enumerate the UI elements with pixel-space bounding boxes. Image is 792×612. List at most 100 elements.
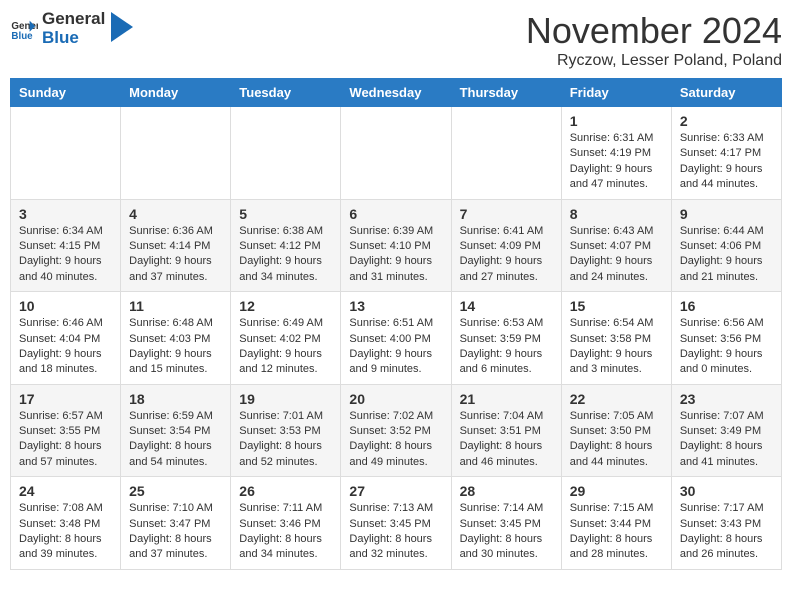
day-info: Sunrise: 7:05 AMSunset: 3:50 PMDaylight:…: [570, 409, 663, 471]
day-info: Sunrise: 6:44 AMSunset: 4:06 PMDaylight:…: [680, 224, 773, 286]
calendar-cell: 21Sunrise: 7:04 AMSunset: 3:51 PMDayligh…: [451, 384, 561, 477]
day-info: Sunrise: 6:43 AMSunset: 4:07 PMDaylight:…: [570, 224, 663, 286]
day-info: Sunrise: 6:57 AMSunset: 3:55 PMDaylight:…: [19, 409, 112, 471]
calendar-body: 1 Sunrise: 6:31 AMSunset: 4:19 PMDaylight…: [11, 107, 782, 570]
calendar-cell: 22 Sunrise: 7:05 AMSunset: 3:50 PMDayligh…: [561, 384, 671, 477]
calendar-cell: 10 Sunrise: 6:46 AMSunset: 4:04 PMDayligh…: [11, 292, 121, 385]
day-number: 12: [239, 298, 332, 314]
title-area: November 2024 Ryczow, Lesser Poland, Pol…: [526, 10, 782, 70]
day-info: Sunrise: 7:08 AMSunset: 3:48 PMDaylight:…: [19, 501, 112, 563]
header-day-monday: Monday: [121, 79, 231, 107]
day-number: 8: [570, 206, 663, 222]
day-number: 15: [570, 298, 663, 314]
week-row-4: 24 Sunrise: 7:08 AMSunset: 3:48 PMDayligh…: [11, 477, 782, 570]
calendar-cell: 2 Sunrise: 6:33 AMSunset: 4:17 PMDaylight…: [671, 107, 781, 200]
calendar-header: SundayMondayTuesdayWednesdayThursdayFrid…: [11, 79, 782, 107]
day-number: 3: [19, 206, 112, 222]
day-number: 25: [129, 483, 222, 499]
day-number: 16: [680, 298, 773, 314]
day-info: Sunrise: 6:59 AMSunset: 3:54 PMDaylight:…: [129, 409, 222, 471]
calendar-cell: 24 Sunrise: 7:08 AMSunset: 3:48 PMDayligh…: [11, 477, 121, 570]
week-row-0: 1 Sunrise: 6:31 AMSunset: 4:19 PMDaylight…: [11, 107, 782, 200]
day-number: 10: [19, 298, 112, 314]
day-number: 1: [570, 113, 663, 129]
day-number: 6: [349, 206, 442, 222]
logo-general-text: General: [42, 10, 105, 29]
calendar-cell: 27 Sunrise: 7:13 AMSunset: 3:45 PMDayligh…: [341, 477, 451, 570]
calendar-cell: 29 Sunrise: 7:15 AMSunset: 3:44 PMDayligh…: [561, 477, 671, 570]
day-info: Sunrise: 7:02 AMSunset: 3:52 PMDaylight:…: [349, 409, 442, 471]
calendar-cell: 28Sunrise: 7:14 AMSunset: 3:45 PMDayligh…: [451, 477, 561, 570]
day-number: 14: [460, 298, 553, 314]
day-number: 9: [680, 206, 773, 222]
calendar-cell: 25Sunrise: 7:10 AMSunset: 3:47 PMDayligh…: [121, 477, 231, 570]
header-day-wednesday: Wednesday: [341, 79, 451, 107]
day-info: Sunrise: 6:51 AMSunset: 4:00 PMDaylight:…: [349, 316, 442, 378]
calendar-cell: [121, 107, 231, 200]
logo: General Blue General Blue: [10, 10, 133, 47]
day-info: Sunrise: 7:13 AMSunset: 3:45 PMDaylight:…: [349, 501, 442, 563]
calendar-cell: 15 Sunrise: 6:54 AMSunset: 3:58 PMDayligh…: [561, 292, 671, 385]
day-number: 4: [129, 206, 222, 222]
header-day-sunday: Sunday: [11, 79, 121, 107]
day-number: 28: [460, 483, 553, 499]
logo-icon: General Blue: [10, 15, 38, 43]
day-info: Sunrise: 7:01 AMSunset: 3:53 PMDaylight:…: [239, 409, 332, 471]
day-number: 27: [349, 483, 442, 499]
calendar-cell: 23Sunrise: 7:07 AMSunset: 3:49 PMDayligh…: [671, 384, 781, 477]
calendar-cell: 30Sunrise: 7:17 AMSunset: 3:43 PMDayligh…: [671, 477, 781, 570]
day-number: 7: [460, 206, 553, 222]
day-info: Sunrise: 6:54 AMSunset: 3:58 PMDaylight:…: [570, 316, 663, 378]
calendar-cell: 26Sunrise: 7:11 AMSunset: 3:46 PMDayligh…: [231, 477, 341, 570]
day-info: Sunrise: 6:36 AMSunset: 4:14 PMDaylight:…: [129, 224, 222, 286]
day-info: Sunrise: 6:49 AMSunset: 4:02 PMDaylight:…: [239, 316, 332, 378]
calendar-cell: 12 Sunrise: 6:49 AMSunset: 4:02 PMDayligh…: [231, 292, 341, 385]
day-number: 18: [129, 391, 222, 407]
day-number: 23: [680, 391, 773, 407]
day-number: 2: [680, 113, 773, 129]
day-info: Sunrise: 6:53 AMSunset: 3:59 PMDaylight:…: [460, 316, 553, 378]
header: General Blue General Blue November 2024 …: [10, 10, 782, 70]
location-title: Ryczow, Lesser Poland, Poland: [526, 52, 782, 70]
day-info: Sunrise: 6:48 AMSunset: 4:03 PMDaylight:…: [129, 316, 222, 378]
header-day-tuesday: Tuesday: [231, 79, 341, 107]
calendar-cell: [231, 107, 341, 200]
calendar-cell: 3 Sunrise: 6:34 AMSunset: 4:15 PMDaylight…: [11, 199, 121, 292]
day-number: 21: [460, 391, 553, 407]
day-info: Sunrise: 6:33 AMSunset: 4:17 PMDaylight:…: [680, 131, 773, 193]
month-title: November 2024: [526, 10, 782, 52]
header-row: SundayMondayTuesdayWednesdayThursdayFrid…: [11, 79, 782, 107]
day-number: 24: [19, 483, 112, 499]
day-info: Sunrise: 6:46 AMSunset: 4:04 PMDaylight:…: [19, 316, 112, 378]
day-number: 29: [570, 483, 663, 499]
calendar-cell: 7Sunrise: 6:41 AMSunset: 4:09 PMDaylight…: [451, 199, 561, 292]
day-number: 11: [129, 298, 222, 314]
day-info: Sunrise: 6:39 AMSunset: 4:10 PMDaylight:…: [349, 224, 442, 286]
calendar-cell: 9 Sunrise: 6:44 AMSunset: 4:06 PMDaylight…: [671, 199, 781, 292]
day-number: 20: [349, 391, 442, 407]
day-number: 13: [349, 298, 442, 314]
calendar-cell: 20 Sunrise: 7:02 AMSunset: 3:52 PMDayligh…: [341, 384, 451, 477]
day-info: Sunrise: 6:38 AMSunset: 4:12 PMDaylight:…: [239, 224, 332, 286]
day-number: 17: [19, 391, 112, 407]
day-info: Sunrise: 6:31 AMSunset: 4:19 PMDaylight:…: [570, 131, 663, 193]
day-info: Sunrise: 7:11 AMSunset: 3:46 PMDaylight:…: [239, 501, 332, 563]
calendar-cell: 4 Sunrise: 6:36 AMSunset: 4:14 PMDaylight…: [121, 199, 231, 292]
calendar-cell: 6 Sunrise: 6:39 AMSunset: 4:10 PMDaylight…: [341, 199, 451, 292]
calendar-cell: 19Sunrise: 7:01 AMSunset: 3:53 PMDayligh…: [231, 384, 341, 477]
day-info: Sunrise: 7:15 AMSunset: 3:44 PMDaylight:…: [570, 501, 663, 563]
day-number: 22: [570, 391, 663, 407]
week-row-1: 3 Sunrise: 6:34 AMSunset: 4:15 PMDaylight…: [11, 199, 782, 292]
logo-blue-text: Blue: [42, 29, 105, 48]
calendar-cell: [341, 107, 451, 200]
week-row-2: 10 Sunrise: 6:46 AMSunset: 4:04 PMDayligh…: [11, 292, 782, 385]
day-number: 5: [239, 206, 332, 222]
logo-arrow-icon: [111, 12, 133, 42]
calendar-cell: 8 Sunrise: 6:43 AMSunset: 4:07 PMDaylight…: [561, 199, 671, 292]
calendar-cell: 17 Sunrise: 6:57 AMSunset: 3:55 PMDayligh…: [11, 384, 121, 477]
svg-text:Blue: Blue: [11, 30, 33, 41]
day-info: Sunrise: 6:56 AMSunset: 3:56 PMDaylight:…: [680, 316, 773, 378]
header-day-saturday: Saturday: [671, 79, 781, 107]
calendar-table: SundayMondayTuesdayWednesdayThursdayFrid…: [10, 78, 782, 570]
day-info: Sunrise: 6:34 AMSunset: 4:15 PMDaylight:…: [19, 224, 112, 286]
